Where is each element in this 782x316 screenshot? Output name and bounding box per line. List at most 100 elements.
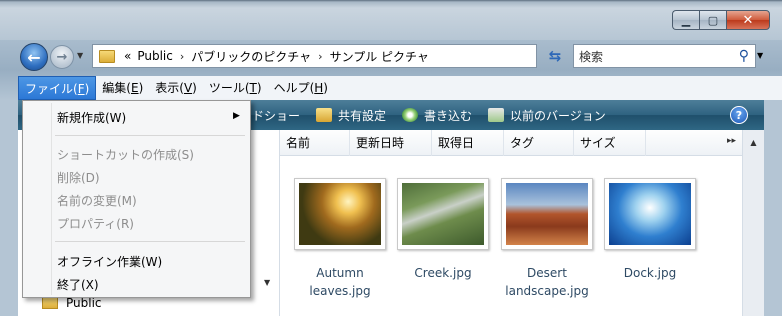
caption-buttons: ▁ ▢ ✕: [672, 10, 770, 31]
file-name-line2: landscape.jpg: [505, 284, 589, 298]
file-name-line1: Creek.jpg: [414, 266, 472, 280]
file-name-line2: leaves.jpg: [309, 284, 371, 298]
back-button[interactable]: ←: [20, 43, 48, 71]
slideshow-button[interactable]: ドショー: [252, 107, 300, 124]
menu-help-key: H: [314, 81, 324, 95]
file-name: Dock.jpg: [602, 264, 698, 282]
breadcrumb-sample-pictures[interactable]: サンプル ピクチャ: [330, 48, 429, 65]
chevron-right-icon[interactable]: ›: [318, 50, 322, 63]
menu-edit[interactable]: 編集(E): [96, 76, 149, 100]
help-icon[interactable]: ?: [730, 106, 748, 124]
refresh-button[interactable]: ⇆: [540, 44, 570, 68]
column-date-taken[interactable]: 取得日: [432, 129, 504, 156]
title-bar: ▁ ▢ ✕: [0, 0, 782, 40]
help-label: ?: [735, 108, 743, 122]
previous-versions-label: 以前のバージョン: [510, 108, 606, 123]
forward-button[interactable]: →: [50, 45, 74, 69]
column-date-modified[interactable]: 更新日時: [350, 129, 432, 156]
menu-separator: [55, 135, 245, 136]
dock-thumbnail: [609, 183, 691, 245]
breadcrumb-public-pictures[interactable]: パブリックのピクチャ: [191, 48, 311, 65]
file-name: Desert landscape.jpg: [499, 264, 595, 300]
folder-icon: [42, 297, 58, 309]
menu-view-label: 表示(: [155, 81, 184, 95]
creek-thumbnail: [402, 183, 484, 245]
search-box[interactable]: 検索 ⚲: [573, 44, 756, 68]
share-label: 共有設定: [338, 108, 387, 123]
menu-tools[interactable]: ツール(T): [203, 76, 268, 100]
maximize-button[interactable]: ▢: [699, 10, 726, 30]
thumbnail-frame: [294, 178, 386, 250]
menu-view-tail: ): [192, 81, 197, 95]
more-columns-icon[interactable]: ▸▸: [727, 136, 736, 146]
recent-pages-dropdown[interactable]: ▼: [77, 51, 83, 60]
column-name[interactable]: 名前: [280, 129, 350, 156]
burn-button[interactable]: 書き込む: [402, 107, 472, 124]
explorer-window: ▁ ▢ ✕ ← → ▼ « Public › パブリックのピクチャ › サンプル…: [0, 0, 782, 316]
menu-item-create-shortcut: ショートカットの作成(S): [57, 148, 194, 162]
file-item[interactable]: Creek.jpg: [395, 178, 491, 282]
chevron-right-icon[interactable]: ›: [180, 50, 184, 63]
menu-help[interactable]: ヘルプ(H): [268, 76, 334, 100]
file-name-line1: Dock.jpg: [623, 266, 677, 280]
menu-help-label: ヘルプ(: [273, 81, 315, 95]
search-dropdown[interactable]: ▼: [757, 51, 763, 60]
menu-item-work-offline[interactable]: オフライン作業(W): [57, 253, 162, 270]
desert-landscape-thumbnail: [506, 183, 588, 245]
search-placeholder: 検索: [579, 49, 604, 64]
folder-icon: [99, 49, 115, 63]
file-name-line1: Autumn: [316, 266, 364, 280]
scroll-up-icon[interactable]: ▲: [743, 130, 764, 147]
minimize-button[interactable]: ▁: [672, 10, 699, 30]
file-name: Creek.jpg: [395, 264, 491, 282]
arrow-right-icon: →: [56, 49, 68, 65]
menu-edit-label: 編集(: [102, 81, 131, 95]
navigation-bar: ← → ▼ « Public › パブリックのピクチャ › サンプル ピクチャ …: [0, 40, 782, 72]
thumbnail-frame: [501, 178, 593, 250]
close-button[interactable]: ✕: [726, 10, 770, 30]
nav-item-public[interactable]: Public: [42, 296, 102, 310]
column-tags[interactable]: タグ: [504, 129, 574, 156]
menu-gutter: [51, 103, 52, 295]
menu-help-tail: ): [323, 81, 328, 95]
file-item[interactable]: Desert landscape.jpg: [499, 178, 595, 300]
menu-tools-label: ツール(: [208, 81, 250, 95]
refresh-icon: ⇆: [548, 47, 562, 65]
arrow-left-icon: ←: [27, 47, 41, 67]
file-item[interactable]: Dock.jpg: [602, 178, 698, 282]
address-bar[interactable]: « Public › パブリックのピクチャ › サンプル ピクチャ: [92, 44, 537, 68]
file-menu-dropdown: 新規作成(W) ▶ ショートカットの作成(S) 削除(D) 名前の変更(M) プ…: [22, 100, 251, 298]
menu-separator: [55, 241, 245, 242]
previous-versions-button[interactable]: 以前のバージョン: [488, 107, 606, 124]
navigation-pane-toggle[interactable]: ▼: [264, 278, 270, 287]
submenu-arrow-icon: ▶: [233, 111, 240, 121]
breadcrumb-public[interactable]: Public: [137, 49, 173, 63]
column-headers: 名前 更新日時 取得日 タグ サイズ ▸▸: [280, 129, 742, 156]
menu-item-new[interactable]: 新規作成(W): [57, 109, 126, 126]
menu-file-label: ファイル(: [25, 82, 78, 96]
menu-edit-tail: ): [138, 81, 144, 95]
column-size[interactable]: サイズ: [574, 129, 646, 156]
menu-edit-key: E: [130, 81, 139, 95]
menu-file[interactable]: ファイル(F): [18, 76, 97, 100]
file-name: Autumn leaves.jpg: [292, 264, 388, 300]
vertical-scrollbar[interactable]: ▲: [742, 130, 764, 316]
autumn-leaves-thumbnail: [299, 183, 381, 245]
menu-tools-tail: ): [256, 81, 262, 95]
share-button[interactable]: 共有設定: [316, 107, 386, 124]
disc-icon: [402, 108, 419, 122]
slideshow-label: ドショー: [252, 108, 301, 123]
nav-item-public-label: Public: [66, 296, 102, 310]
previous-versions-icon: [488, 108, 505, 122]
menu-item-delete: 削除(D): [57, 171, 100, 185]
breadcrumb-overflow[interactable]: «: [124, 49, 131, 63]
search-icon[interactable]: ⚲: [739, 48, 749, 64]
share-icon: [316, 108, 333, 122]
menu-view[interactable]: 表示(V): [149, 76, 203, 100]
menu-item-properties: プロパティ(R): [57, 217, 134, 231]
file-list: Autumn leaves.jpg Creek.jpg Desert landsca…: [280, 156, 742, 316]
menu-bar: ファイル(F) 編集(E) 表示(V) ツール(T) ヘルプ(H): [18, 76, 782, 100]
file-item[interactable]: Autumn leaves.jpg: [292, 178, 388, 300]
menu-view-key: V: [183, 81, 193, 95]
menu-item-exit[interactable]: 終了(X): [57, 276, 99, 293]
